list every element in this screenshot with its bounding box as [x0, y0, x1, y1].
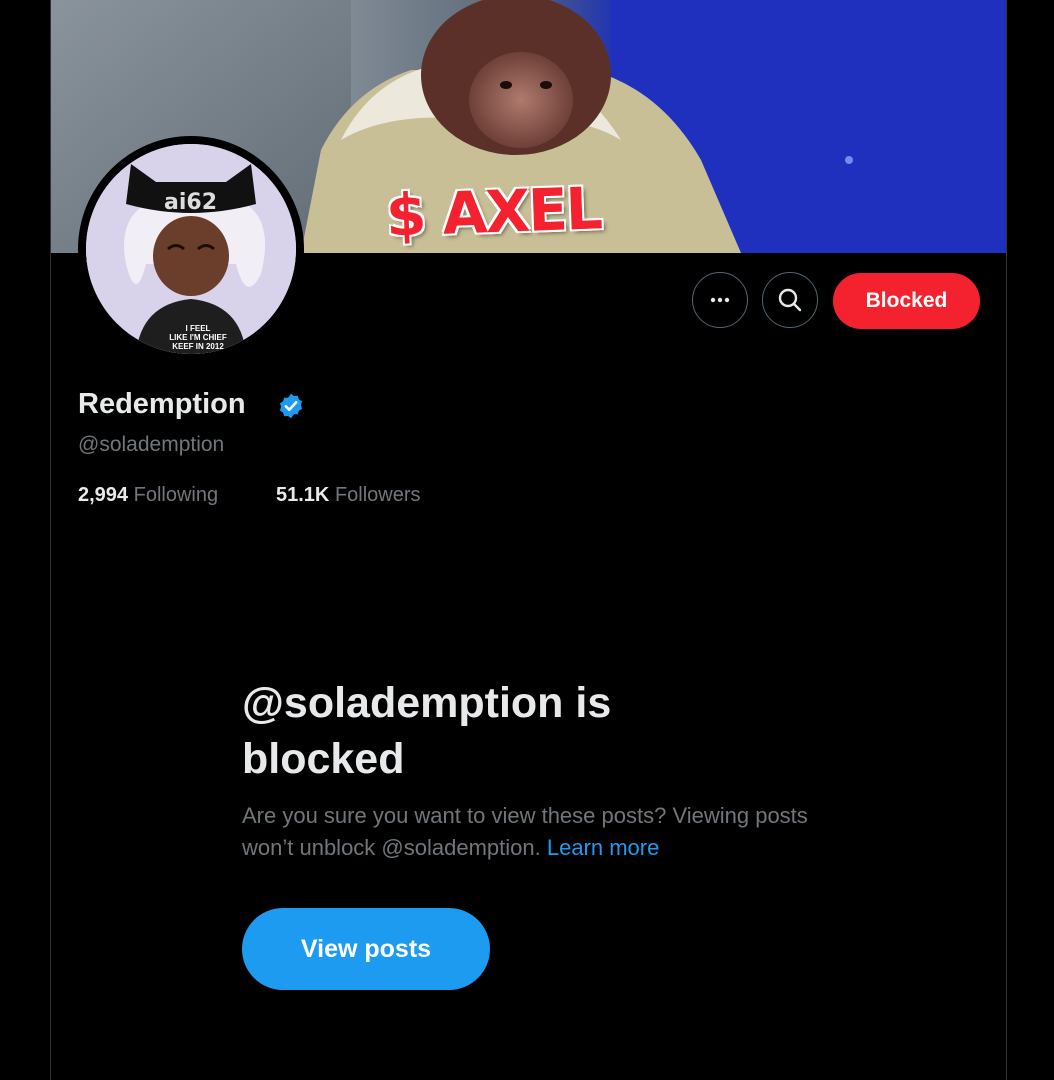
avatar[interactable]: ai62 I FEEL LIKE I'M CHIEF KEEF IN 2012: [86, 144, 296, 354]
profile-name: Redemption: [78, 388, 246, 420]
more-button[interactable]: [692, 272, 748, 328]
blocked-body: Are you sure you want to view these post…: [242, 803, 808, 860]
shirt-line: KEEF IN 2012: [172, 342, 224, 351]
learn-more-link[interactable]: Learn more: [547, 835, 660, 860]
verified-badge-icon[interactable]: [277, 392, 305, 420]
profile-handle: @solademption: [78, 433, 225, 456]
blocked-description: Are you sure you want to view these post…: [242, 800, 842, 864]
blocked-button[interactable]: Blocked: [833, 273, 980, 329]
search-profile-button[interactable]: [762, 272, 818, 328]
following-label: Following: [133, 484, 219, 506]
followers-stat[interactable]: 51.1K Followers: [276, 484, 421, 507]
followers-count: 51.1K: [276, 484, 330, 506]
shirt-line: LIKE I'M CHIEF: [169, 333, 227, 342]
avatar-hat-text: ai62: [164, 190, 218, 215]
more-horizontal-icon: [710, 297, 730, 303]
following-count: 2,994: [78, 484, 129, 506]
avatar-shirt-text: I FEEL LIKE I'M CHIEF KEEF IN 2012: [158, 324, 238, 351]
blocked-title: @solademption is blocked: [242, 679, 612, 783]
followers-label: Followers: [334, 484, 421, 506]
search-icon: [778, 288, 802, 312]
profile-column: $ AXEL ai62 I FEEL LIKE I'M CHIEF KEEF I…: [50, 0, 1007, 1080]
avatar-image: [86, 144, 296, 354]
banner-caption: $ AXEL: [384, 174, 602, 250]
view-posts-button[interactable]: View posts: [242, 908, 490, 990]
shirt-line: I FEEL: [185, 324, 211, 333]
following-stat[interactable]: 2,994 Following: [78, 484, 218, 507]
